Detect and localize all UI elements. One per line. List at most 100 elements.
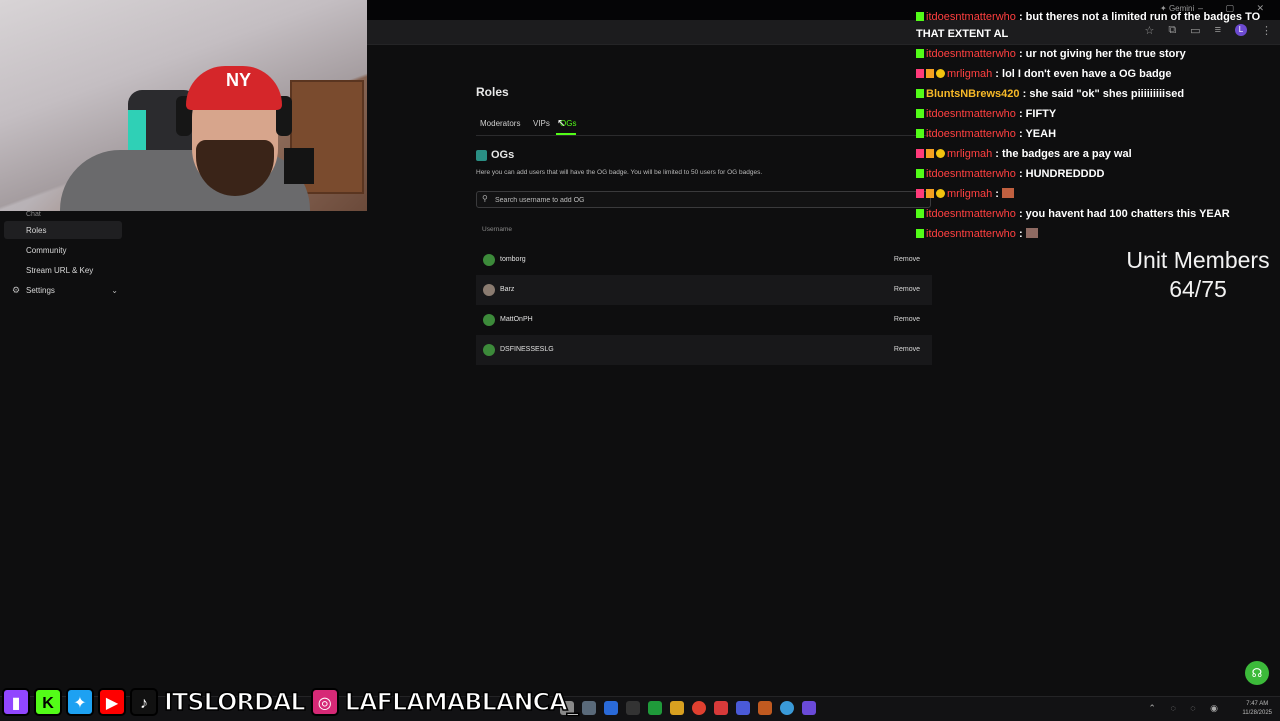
chrome-icon[interactable]: [692, 701, 706, 715]
teams-icon[interactable]: [736, 701, 750, 715]
discord-icon[interactable]: [802, 701, 816, 715]
gift-badge-icon: [916, 149, 924, 158]
file-explorer-icon[interactable]: [582, 701, 596, 715]
star-icon[interactable]: ☆: [1144, 24, 1154, 37]
unit-members-count: 64/75: [1169, 276, 1227, 302]
search-input[interactable]: [493, 193, 917, 208]
chat-username: mrligmah: [947, 68, 993, 80]
chat-username: itdoesntmatterwho: [926, 108, 1016, 120]
chat-username: itdoesntmatterwho: [926, 168, 1016, 180]
avatar: [483, 254, 495, 266]
username[interactable]: DSFINESSESLG: [500, 346, 554, 353]
chat-text: : lol I don't even have a OG badge: [995, 68, 1172, 80]
og-badge-icon: [916, 49, 924, 58]
sidebar-item-label: Community: [26, 245, 67, 255]
chat-username: itdoesntmatterwho: [926, 48, 1016, 60]
chat-username: BluntsNBrews420: [926, 88, 1020, 100]
chat-message: itdoesntmatterwho :: [916, 228, 1038, 240]
sidebar-item-label: Stream URL & Key: [26, 265, 94, 275]
sub-badge-icon: [926, 189, 934, 198]
youtube-icon: ▶: [98, 688, 126, 716]
emote-icon: [1002, 188, 1015, 198]
support-chat-button[interactable]: ☊: [1245, 661, 1269, 685]
og-badge-icon: [916, 89, 924, 98]
remove-button[interactable]: Remove: [894, 316, 920, 323]
sidebar-item-stream-url[interactable]: Stream URL & Key: [4, 261, 122, 279]
search-box[interactable]: ⚲: [476, 191, 931, 208]
browser-icon[interactable]: [780, 701, 794, 715]
sub-badge-icon: [926, 149, 934, 158]
username[interactable]: tomborg: [500, 256, 526, 263]
menu-icon[interactable]: ≡: [1215, 24, 1221, 37]
table-row: Barz Remove: [476, 275, 932, 305]
chat-text: : ur not giving her the true story: [1018, 48, 1186, 60]
system-tray[interactable]: ⌃ ◌ ◌ ◉: [1148, 703, 1224, 714]
tab-vips[interactable]: VIPs: [533, 119, 550, 128]
twitter-icon: ✦: [66, 688, 94, 716]
chat-text: : YEAH: [1018, 128, 1057, 140]
chat-text: : she said "ok" shes piiiiiiiiised: [1022, 88, 1185, 100]
social-handle: ITSLORDAL: [163, 687, 306, 717]
webcam-cap-logo: NY: [226, 70, 252, 90]
og-badge-icon: [916, 109, 924, 118]
xbox-icon[interactable]: [648, 701, 662, 715]
og-badge-icon: [916, 12, 924, 21]
gold-badge-icon: [936, 69, 945, 78]
username[interactable]: Barz: [500, 286, 514, 293]
mouse-cursor-icon: ↖: [557, 118, 566, 129]
gift-badge-icon: [916, 69, 924, 78]
chat-text: : HUNDREDDDD: [1018, 168, 1105, 180]
chat-message: BluntsNBrews420 : she said "ok" shes pii…: [916, 88, 1184, 100]
social-handle: LAFLAMABLANCA_: [344, 687, 580, 717]
chat-username: mrligmah: [947, 148, 993, 160]
page-title: Roles: [476, 85, 509, 99]
cast-icon[interactable]: ▭: [1190, 24, 1200, 37]
column-header-username[interactable]: Username: [482, 226, 512, 233]
chat-message: itdoesntmatterwho : but theres not a lim…: [916, 11, 1260, 23]
app-icon[interactable]: [758, 701, 772, 715]
remove-button[interactable]: Remove: [894, 256, 920, 263]
profile-avatar[interactable]: L: [1235, 24, 1247, 36]
chat-username: itdoesntmatterwho: [926, 208, 1016, 220]
gift-badge-icon: [916, 189, 924, 198]
section-title: OGs: [491, 149, 515, 161]
chat-text: :: [995, 188, 999, 200]
sidebar-item-settings[interactable]: ⚙ Settings ⌄: [4, 281, 122, 299]
sub-badge-icon: [926, 69, 934, 78]
avatar: [483, 284, 495, 296]
og-badge-icon: [916, 209, 924, 218]
kick-icon: K: [34, 688, 62, 716]
app-icon[interactable]: [714, 701, 728, 715]
extensions-icon[interactable]: ⧉: [1168, 24, 1176, 37]
gold-badge-icon: [936, 149, 945, 158]
active-tab-indicator: [556, 133, 576, 135]
remove-button[interactable]: Remove: [894, 346, 920, 353]
folder-icon[interactable]: [670, 701, 684, 715]
chat-message: itdoesntmatterwho : HUNDREDDDD: [916, 168, 1105, 180]
social-banner: ▮ K ✦ ▶ ♪ ITSLORDAL ◎ LAFLAMABLANCA_: [0, 684, 582, 720]
og-badge-icon: [916, 169, 924, 178]
tab-moderators[interactable]: Moderators: [480, 119, 520, 128]
remove-button[interactable]: Remove: [894, 286, 920, 293]
taskbar-apps: [560, 701, 816, 715]
username[interactable]: MattOnPH: [500, 316, 533, 323]
table-row: MattOnPH Remove: [476, 305, 932, 335]
clock[interactable]: 7:47 AM 11/28/2025: [1242, 700, 1272, 718]
sidebar-item-label: Settings: [26, 285, 55, 295]
gear-icon: ⚙: [12, 284, 21, 295]
og-badge-icon: [916, 129, 924, 138]
chat-message: mrligmah : the badges are a pay wal: [916, 148, 1132, 160]
chat-message: mrligmah : lol I don't even have a OG ba…: [916, 68, 1172, 80]
sidebar-item-chat-partial[interactable]: Chat: [26, 211, 41, 218]
clock-time: 7:47 AM: [1246, 701, 1269, 707]
sidebar-item-roles[interactable]: Roles: [4, 221, 122, 239]
tiktok-icon: ♪: [130, 688, 158, 716]
sidebar-item-community[interactable]: Community: [4, 241, 122, 259]
more-icon[interactable]: ⋮: [1261, 24, 1272, 37]
chat-text: : the badges are a pay wal: [995, 148, 1132, 160]
chat-message: mrligmah :: [916, 188, 1015, 200]
edge-icon[interactable]: [604, 701, 618, 715]
terminal-icon[interactable]: [626, 701, 640, 715]
avatar: [483, 314, 495, 326]
headset-icon: ☊: [1251, 666, 1263, 680]
